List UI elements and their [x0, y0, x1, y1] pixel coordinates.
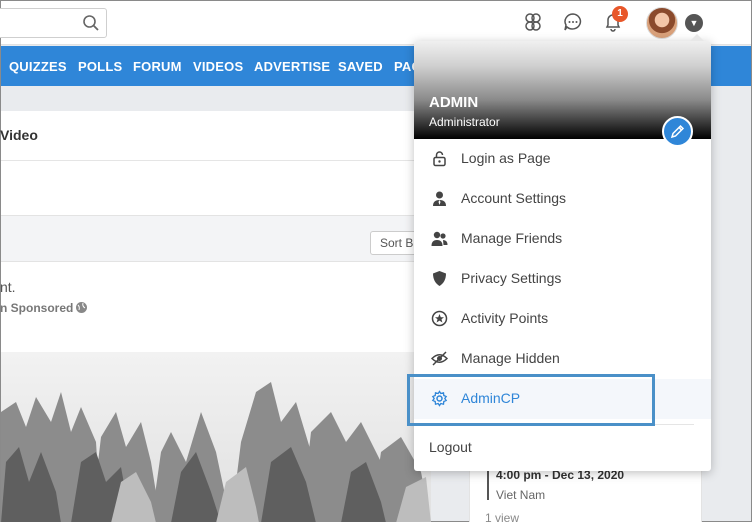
search-icon[interactable] [82, 14, 100, 32]
nav-item-forum[interactable]: FORUM [133, 59, 182, 74]
menu-item-privacy-settings[interactable]: Privacy Settings [414, 259, 711, 299]
menu-item-manage-hidden[interactable]: Manage Hidden [414, 339, 711, 379]
crowd-illustration [1, 382, 431, 522]
post-meta: n Sponsored [0, 301, 74, 315]
star-circle-icon [431, 310, 448, 327]
globe-icon [76, 302, 87, 313]
top-bar: 1 ▼ [0, 1, 751, 45]
eye-slash-icon [431, 351, 448, 366]
post-image [1, 352, 431, 522]
composer-area [1, 161, 431, 215]
menu-item-login-as-page[interactable]: Login as Page [414, 139, 711, 179]
event-views: 1 view [485, 511, 520, 522]
menu-item-label: Privacy Settings [461, 270, 562, 286]
logout-link[interactable]: Logout [429, 439, 472, 455]
nav-item-saved[interactable]: SAVED [338, 59, 383, 74]
menu-item-label: AdminCP [461, 390, 521, 406]
event-place: Viet Nam [496, 488, 546, 502]
menu-item-account-settings[interactable]: Account Settings [414, 179, 711, 219]
user-name[interactable]: ADMIN [429, 94, 478, 111]
feed-toolbar [1, 215, 431, 262]
nav-item-videos[interactable]: VIDEOS [193, 59, 243, 74]
menu-item-label: Activity Points [461, 310, 549, 326]
menu-item-manage-friends[interactable]: Manage Friends [414, 219, 711, 259]
friends-icon[interactable] [522, 11, 544, 33]
section-header: Video [0, 111, 431, 161]
account-dropdown: ADMIN Administrator Login as Page Accoun… [414, 34, 711, 471]
chat-icon[interactable] [562, 11, 584, 33]
menu-item-label: Manage Friends [461, 230, 563, 246]
nav-item-quizzes[interactable]: QUIZZES [9, 59, 67, 74]
notification-badge: 1 [612, 6, 628, 22]
chevron-down-icon[interactable]: ▼ [685, 14, 703, 32]
shield-icon [433, 271, 446, 286]
menu-item-label: Account Settings [461, 190, 567, 206]
dropdown-caret [690, 34, 704, 41]
menu-item-activity-points[interactable]: Activity Points [414, 299, 711, 339]
menu-divider [429, 424, 694, 425]
gear-icon [431, 390, 448, 407]
menu-item-admincp[interactable]: AdminCP [414, 379, 711, 419]
user-role: Administrator [429, 115, 500, 129]
pencil-icon [670, 124, 685, 139]
lock-icon [433, 151, 446, 167]
menu-item-label: Manage Hidden [461, 350, 560, 366]
post-text: nt. [0, 279, 16, 295]
menu-item-label: Login as Page [461, 150, 551, 166]
avatar[interactable] [646, 7, 678, 39]
nav-item-advertise[interactable]: ADVERTISE [254, 59, 330, 74]
nav-item-polls[interactable]: POLLS [78, 59, 122, 74]
user-friends-icon [431, 231, 448, 246]
user-tie-icon [433, 191, 446, 206]
search-input[interactable] [0, 8, 107, 38]
section-title: Video [0, 127, 38, 143]
